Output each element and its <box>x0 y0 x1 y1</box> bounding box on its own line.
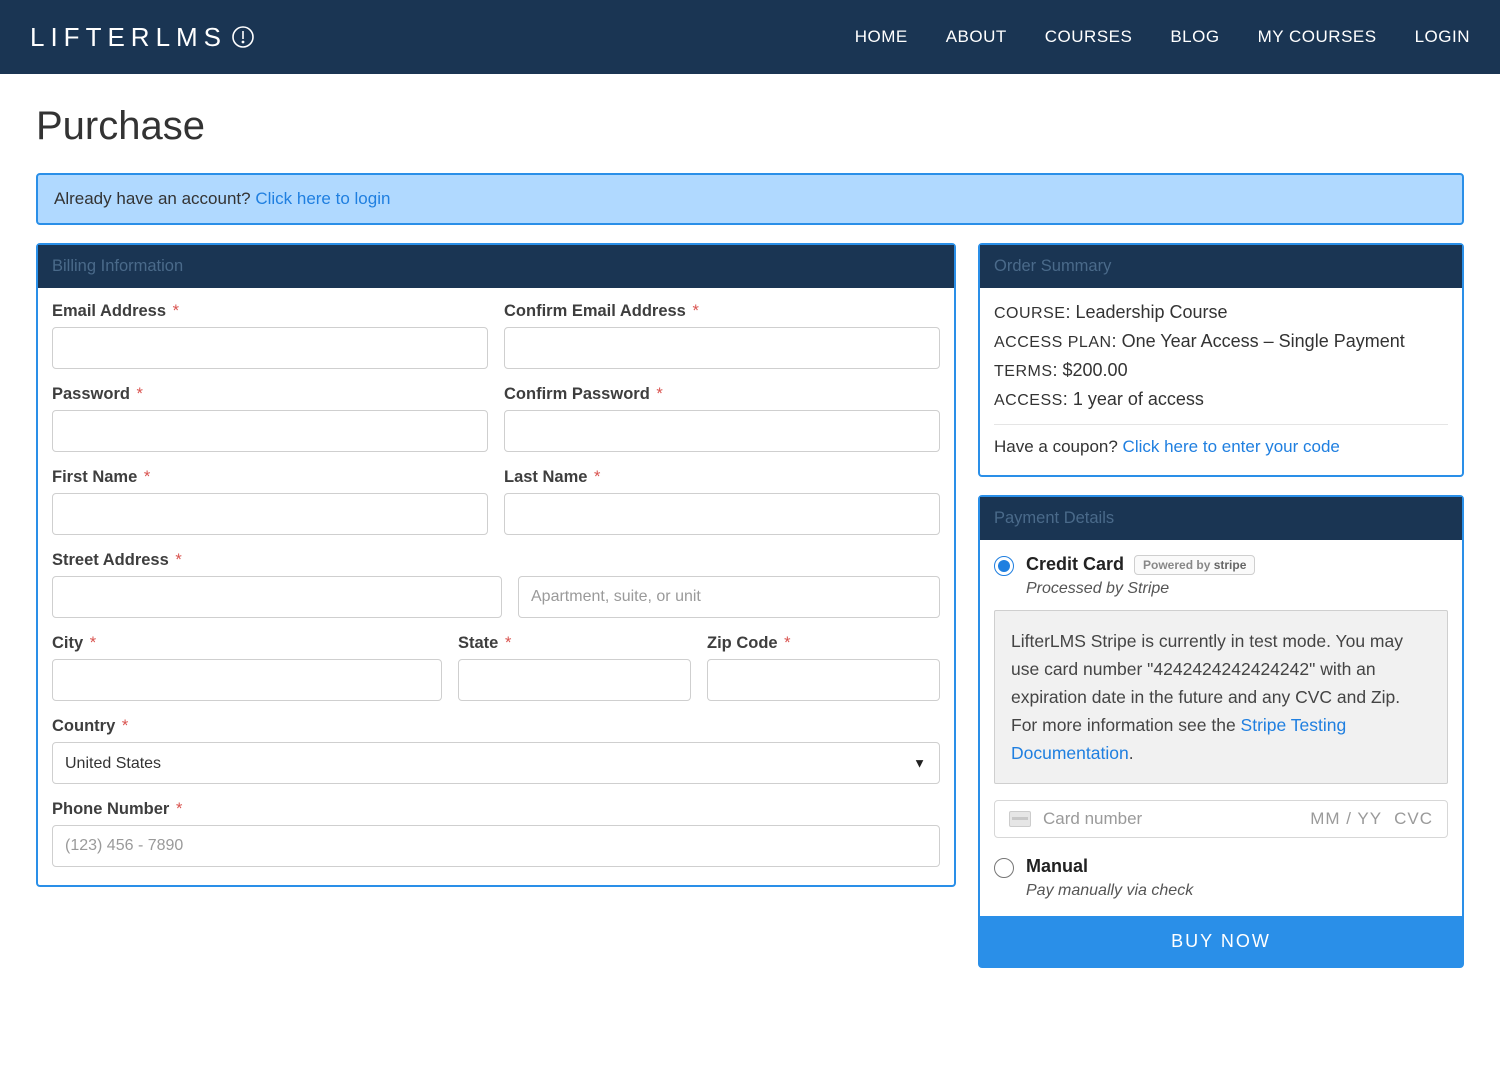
password-field[interactable] <box>52 410 488 452</box>
confirm-password-label: Confirm Password * <box>504 385 940 404</box>
login-notice: Already have an account? Click here to l… <box>36 173 1464 225</box>
summary-terms: TERMS: $200.00 <box>994 360 1448 381</box>
last-name-label: Last Name * <box>504 468 940 487</box>
confirm-email-field[interactable] <box>504 327 940 369</box>
summary-access: ACCESS: 1 year of access <box>994 389 1448 410</box>
stripe-badge: Powered by stripe <box>1134 555 1255 575</box>
card-expiry-placeholder: MM / YY <box>1310 809 1382 829</box>
logo-text: LIFTERLMS <box>30 22 227 53</box>
card-icon <box>1009 811 1031 827</box>
payment-panel: Payment Details Credit Card Powered by s… <box>978 495 1464 968</box>
credit-card-radio[interactable] <box>994 556 1014 576</box>
zip-label: Zip Code * <box>707 634 940 653</box>
last-name-field[interactable] <box>504 493 940 535</box>
page-title: Purchase <box>36 104 1464 149</box>
credit-card-subtitle: Processed by Stripe <box>1026 580 1448 598</box>
credit-card-title: Credit Card <box>1026 554 1124 575</box>
login-notice-text: Already have an account? <box>54 189 255 208</box>
nav-courses[interactable]: COURSES <box>1045 27 1133 47</box>
app-header: LIFTERLMS HOME ABOUT COURSES BLOG MY COU… <box>0 0 1500 74</box>
confirm-password-field[interactable] <box>504 410 940 452</box>
card-cvc-placeholder: CVC <box>1394 809 1433 829</box>
street-label: Street Address * <box>52 551 940 570</box>
nav-my-courses[interactable]: MY COURSES <box>1258 27 1377 47</box>
zip-field[interactable] <box>707 659 940 701</box>
email-field[interactable] <box>52 327 488 369</box>
nav-about[interactable]: ABOUT <box>946 27 1007 47</box>
nav-login[interactable]: LOGIN <box>1415 27 1470 47</box>
coupon-link[interactable]: Click here to enter your code <box>1123 437 1340 456</box>
manual-radio[interactable] <box>994 858 1014 878</box>
manual-subtitle: Pay manually via check <box>1026 882 1448 900</box>
billing-panel: Billing Information Email Address * Conf… <box>36 243 956 887</box>
phone-label: Phone Number * <box>52 800 940 819</box>
main-nav: HOME ABOUT COURSES BLOG MY COURSES LOGIN <box>855 27 1470 47</box>
phone-field[interactable] <box>52 825 940 867</box>
order-summary-panel: Order Summary COURSE: Leadership Course … <box>978 243 1464 477</box>
city-field[interactable] <box>52 659 442 701</box>
payment-header: Payment Details <box>980 497 1462 540</box>
buy-now-button[interactable]: BUY NOW <box>980 916 1462 966</box>
street-address-field[interactable] <box>52 576 502 618</box>
logo-icon <box>231 25 255 49</box>
summary-plan: ACCESS PLAN: One Year Access – Single Pa… <box>994 331 1448 352</box>
password-label: Password * <box>52 385 488 404</box>
logo[interactable]: LIFTERLMS <box>30 22 255 53</box>
coupon-line: Have a coupon? Click here to enter your … <box>994 437 1448 457</box>
summary-divider <box>994 424 1448 425</box>
login-link[interactable]: Click here to login <box>255 189 390 208</box>
payment-option-credit-card[interactable]: Credit Card Powered by stripe <box>994 554 1448 576</box>
state-label: State * <box>458 634 691 653</box>
state-field[interactable] <box>458 659 691 701</box>
card-input-row[interactable]: Card number MM / YY CVC <box>994 800 1448 838</box>
summary-course: COURSE: Leadership Course <box>994 302 1448 323</box>
confirm-email-label: Confirm Email Address * <box>504 302 940 321</box>
billing-header: Billing Information <box>38 245 954 288</box>
country-select[interactable]: United States <box>52 742 940 784</box>
email-label: Email Address * <box>52 302 488 321</box>
country-label: Country * <box>52 717 940 736</box>
manual-title: Manual <box>1026 856 1088 877</box>
city-label: City * <box>52 634 442 653</box>
order-summary-header: Order Summary <box>980 245 1462 288</box>
first-name-label: First Name * <box>52 468 488 487</box>
card-number-placeholder: Card number <box>1043 809 1298 829</box>
payment-option-manual[interactable]: Manual <box>994 856 1448 878</box>
street-address-2-field[interactable] <box>518 576 940 618</box>
nav-home[interactable]: HOME <box>855 27 908 47</box>
first-name-field[interactable] <box>52 493 488 535</box>
stripe-test-note: LifterLMS Stripe is currently in test mo… <box>994 610 1448 784</box>
nav-blog[interactable]: BLOG <box>1170 27 1219 47</box>
